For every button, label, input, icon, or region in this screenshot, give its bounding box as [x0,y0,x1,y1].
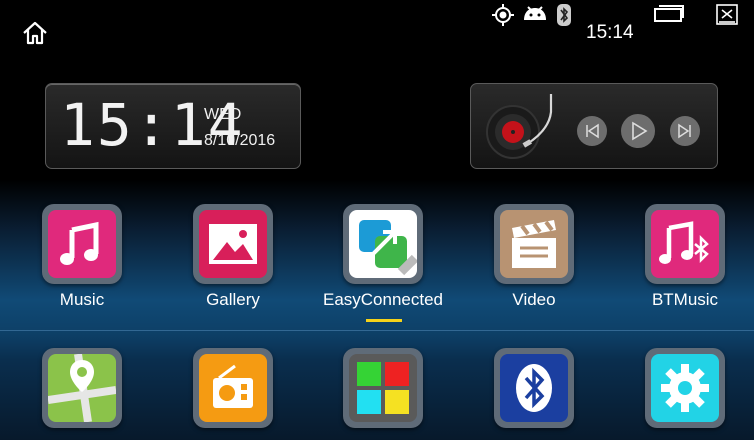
previous-icon[interactable] [575,114,609,148]
video-label: Video [512,290,556,309]
apps-grid-app-icon[interactable] [343,348,423,428]
next-icon[interactable] [668,114,702,148]
clock-widget[interactable]: 15:14 WED 8/10/2016 [45,83,301,169]
bluetooth-app-icon[interactable] [494,348,574,428]
music-app-icon[interactable] [42,204,122,284]
btmusic-app-icon[interactable] [645,204,725,284]
gallery-app-icon[interactable] [193,204,273,284]
page-indicator [366,319,402,322]
bluetooth-icon [557,4,571,26]
vinyl-record-icon [486,94,553,159]
radio-icon [213,364,253,408]
status-bar: 15:14 [0,0,754,66]
gallery-label: Gallery [206,290,260,309]
bt-music-icon [659,221,709,264]
easyconnected-app-icon[interactable] [343,204,423,284]
play-icon[interactable] [619,112,657,150]
dock-divider [0,330,754,331]
easyconnected-label: EasyConnected [322,290,444,309]
radio-app-icon[interactable] [193,348,273,428]
easyconnected-icon [359,220,417,276]
music-label: Music [59,290,105,309]
btmusic-label: BTMusic [651,290,719,309]
settings-icon [661,364,709,412]
recent-apps-icon[interactable] [652,0,686,30]
settings-app-icon[interactable] [645,348,725,428]
video-clapper-icon [512,220,556,268]
home-icon[interactable] [20,18,50,48]
gps-icon [492,4,514,26]
bluetooth-app-glyph-icon [516,364,552,412]
gallery-icon [209,224,257,264]
maps-app-icon[interactable] [42,348,122,428]
apps-grid-icon [357,362,409,414]
maps-icon [48,354,116,422]
clock-date: 8/10/2016 [204,132,276,149]
video-app-icon[interactable] [494,204,574,284]
music-widget[interactable] [470,83,718,169]
android-debug-icon [524,6,546,20]
music-note-icon [60,221,99,265]
close-window-icon[interactable] [714,0,740,30]
clock-day: WED [204,106,242,123]
status-time: 15:14 [586,22,634,43]
